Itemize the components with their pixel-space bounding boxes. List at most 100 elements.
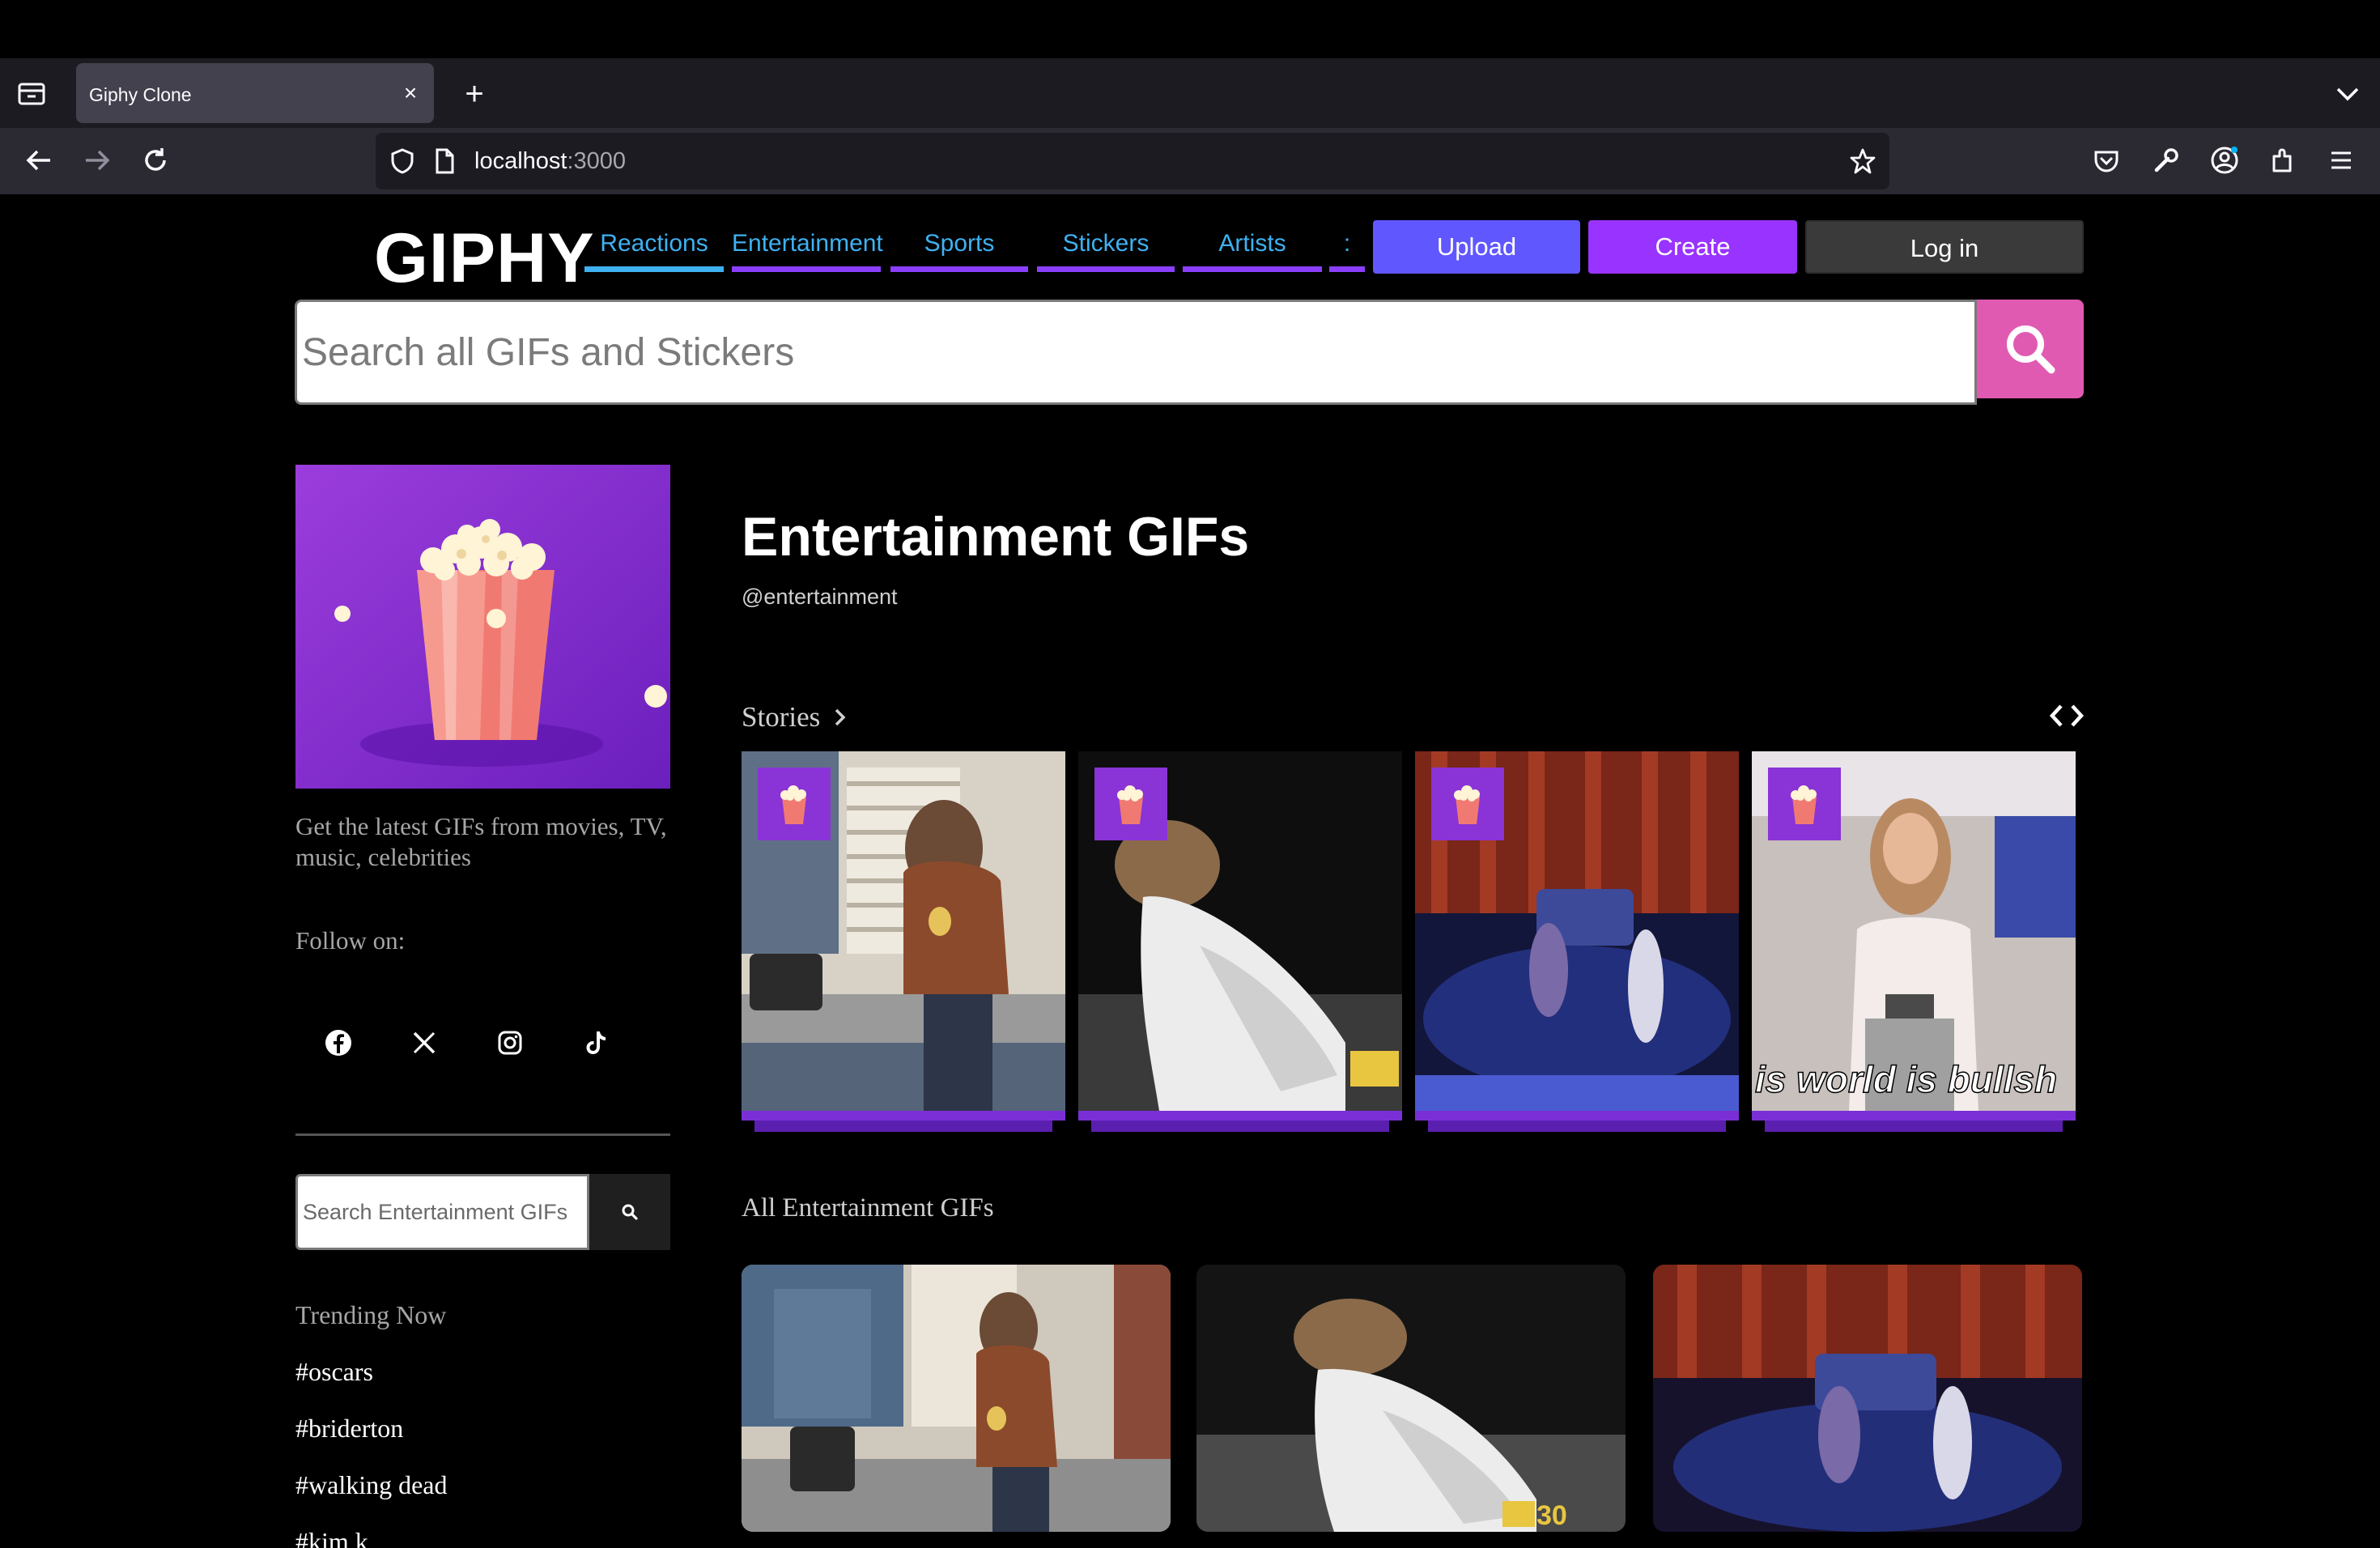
- nav-artists-underline: [1183, 266, 1322, 272]
- facebook-icon[interactable]: [317, 1022, 359, 1064]
- pocket-icon[interactable]: [2085, 139, 2127, 181]
- chevron-right-icon: [835, 708, 846, 726]
- story-bar-shadow: [1428, 1121, 1726, 1132]
- search-button[interactable]: [1977, 300, 2084, 398]
- nav-more[interactable]: :: [1329, 230, 1365, 272]
- story-bar: [1752, 1111, 2076, 1121]
- search-icon: [622, 1204, 638, 1220]
- gif-card-kitchen[interactable]: [742, 1265, 1171, 1532]
- new-tab-icon[interactable]: +: [453, 73, 495, 115]
- browser-tab-active[interactable]: Giphy Clone ×: [76, 63, 434, 123]
- story-card[interactable]: [1415, 751, 1739, 1133]
- extensions-icon[interactable]: [2262, 139, 2304, 181]
- story-image-stage-band: [1415, 751, 1739, 1111]
- story-bar-shadow: [1091, 1121, 1389, 1132]
- channel-badge-popcorn-icon: [1094, 768, 1167, 840]
- tab-list-chevron-icon[interactable]: [2328, 74, 2367, 113]
- nav-stickers[interactable]: Stickers: [1037, 230, 1175, 272]
- bookmark-star-icon[interactable]: [1849, 147, 1876, 175]
- forward-arrow-icon[interactable]: [76, 139, 118, 181]
- nav-reactions[interactable]: Reactions: [584, 230, 724, 272]
- story-bar-shadow: [754, 1121, 1052, 1132]
- back-arrow-icon[interactable]: [18, 139, 60, 181]
- story-card[interactable]: [1078, 751, 1402, 1133]
- page-content: GIPHY Reactions Entertainment Sports Sti…: [0, 194, 2380, 1548]
- x-icon[interactable]: [403, 1022, 445, 1064]
- hamburger-menu-icon[interactable]: [2320, 139, 2362, 181]
- nav-artists[interactable]: Artists: [1183, 230, 1322, 272]
- upload-button[interactable]: Upload: [1373, 220, 1580, 274]
- tiktok-icon[interactable]: [575, 1022, 617, 1064]
- account-icon[interactable]: [2204, 139, 2246, 181]
- channel-search-input[interactable]: [295, 1174, 589, 1250]
- search-input[interactable]: [295, 300, 1977, 405]
- address-bar[interactable]: localhost:3000: [376, 133, 1889, 189]
- page-info-icon[interactable]: [431, 147, 458, 175]
- story-image-stage-white-dress: [1078, 751, 1402, 1111]
- stories-title: Stories: [742, 701, 821, 733]
- browser-toolbar: localhost:3000: [0, 128, 2380, 194]
- story-bar: [1415, 1111, 1739, 1121]
- close-tab-icon[interactable]: ×: [397, 79, 424, 107]
- gif-card-stage-band[interactable]: [1653, 1265, 2082, 1532]
- channel-badge-popcorn-icon: [1768, 768, 1841, 840]
- search-icon: [2007, 325, 2055, 374]
- nav-entertainment-underline: [732, 266, 881, 272]
- story-caption: is world is bullsh: [1754, 1057, 2058, 1101]
- story-image-kitchen: [742, 751, 1065, 1111]
- embed-code-icon[interactable]: [2048, 700, 2085, 732]
- nav-entertainment-label: Entertainment: [732, 230, 883, 257]
- sidebar-divider: [295, 1133, 670, 1136]
- channel-handle[interactable]: @entertainment: [742, 585, 898, 610]
- gif-card-stage-white-dress[interactable]: 30: [1196, 1265, 1626, 1532]
- trending-tag[interactable]: #kim k: [295, 1527, 368, 1548]
- all-gifs-title: All Entertainment GIFs: [742, 1193, 994, 1223]
- search-bar: [295, 300, 2084, 405]
- wrench-icon[interactable]: [2145, 139, 2187, 181]
- channel-search-button[interactable]: [589, 1174, 670, 1250]
- browser-tab-strip: Giphy Clone × +: [0, 58, 2380, 128]
- story-bar-shadow: [1765, 1121, 2063, 1132]
- create-button[interactable]: Create: [1588, 220, 1797, 274]
- tab-overview-icon[interactable]: [15, 79, 50, 108]
- instagram-icon[interactable]: [489, 1022, 531, 1064]
- nav-artists-label: Artists: [1218, 230, 1286, 257]
- story-image-award-speech: is world is bullsh: [1752, 751, 2076, 1111]
- url-port: :3000: [567, 148, 627, 174]
- follow-label: Follow on:: [295, 926, 406, 955]
- channel-avatar-popcorn: [295, 465, 670, 789]
- nav-stickers-label: Stickers: [1062, 230, 1150, 257]
- popcorn-image: [295, 465, 670, 789]
- channel-badge-popcorn-icon: [758, 768, 831, 840]
- story-bar: [1078, 1111, 1402, 1121]
- nav-stickers-underline: [1037, 266, 1175, 272]
- nav-more-underline: [1329, 266, 1365, 272]
- mtv-30-logo: 30: [1536, 1500, 1567, 1531]
- channel-description: Get the latest GIFs from movies, TV, mus…: [295, 812, 667, 871]
- story-card[interactable]: [742, 751, 1065, 1133]
- nav-more-label: :: [1343, 230, 1351, 257]
- shield-icon[interactable]: [389, 147, 416, 175]
- nav-sports[interactable]: Sports: [890, 230, 1028, 272]
- trending-tag[interactable]: #oscars: [295, 1357, 373, 1387]
- nav-sports-label: Sports: [924, 230, 995, 257]
- trending-tag[interactable]: #briderton: [295, 1414, 403, 1444]
- nav-reactions-underline: [584, 266, 724, 272]
- url-text: localhost:3000: [474, 148, 626, 175]
- giphy-logo[interactable]: GIPHY: [374, 219, 595, 299]
- stories-link[interactable]: Stories: [742, 701, 848, 734]
- trending-title: Trending Now: [295, 1300, 447, 1329]
- story-bar: [742, 1111, 1065, 1121]
- login-button[interactable]: Log in: [1805, 220, 2084, 274]
- nav-entertainment[interactable]: Entertainment: [732, 230, 883, 272]
- tab-title: Giphy Clone: [89, 84, 192, 105]
- reload-icon[interactable]: [134, 139, 176, 181]
- nav-sports-underline: [890, 266, 1028, 272]
- story-card[interactable]: is world is bullsh: [1752, 751, 2076, 1133]
- channel-badge-popcorn-icon: [1431, 768, 1504, 840]
- url-host: localhost: [474, 148, 567, 174]
- trending-tag[interactable]: #walking dead: [295, 1470, 448, 1500]
- os-menu-bar: [0, 0, 2380, 58]
- page-title: Entertainment GIFs: [742, 506, 1250, 568]
- nav-reactions-label: Reactions: [600, 230, 708, 257]
